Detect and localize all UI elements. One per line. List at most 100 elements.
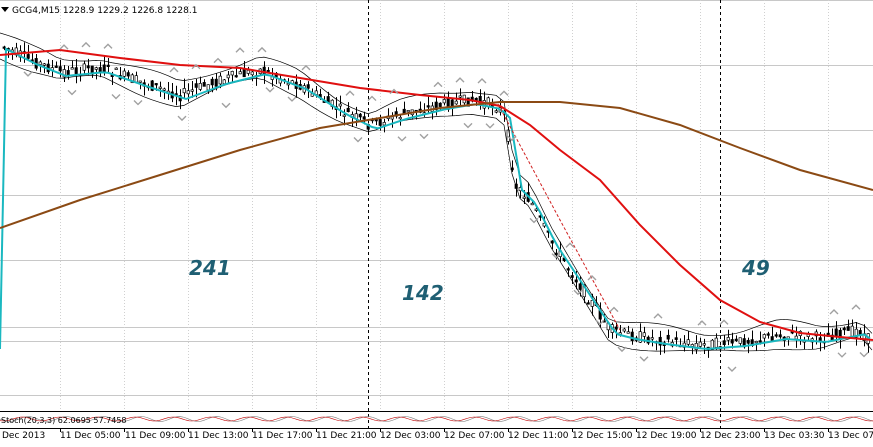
candlestick xyxy=(402,108,406,114)
fractal-arrow-icon xyxy=(499,90,509,96)
fractal-arrow-icon xyxy=(265,87,275,93)
candlestick xyxy=(758,340,762,343)
candlestick xyxy=(54,65,58,68)
trend-line xyxy=(497,103,621,331)
candlestick xyxy=(734,338,738,341)
candlestick xyxy=(346,107,350,113)
candlestick xyxy=(626,331,630,334)
candlestick xyxy=(586,302,590,305)
candlestick xyxy=(566,268,570,271)
candlestick xyxy=(846,326,850,331)
price-chart[interactable] xyxy=(0,0,873,447)
candlestick xyxy=(182,88,186,94)
candlestick xyxy=(342,114,346,117)
fractal-arrow-icon xyxy=(23,71,33,77)
candlestick xyxy=(666,334,670,340)
candlestick xyxy=(186,90,190,95)
candlestick xyxy=(94,67,98,70)
fractal-arrow-icon xyxy=(455,77,465,83)
candlestick xyxy=(834,328,838,337)
fractal-arrow-icon xyxy=(859,351,869,358)
candlestick xyxy=(858,330,862,335)
candlestick xyxy=(690,344,694,347)
fractal-arrow-icon xyxy=(397,136,407,142)
candlestick xyxy=(494,110,498,113)
annotation-label-middle: 142 xyxy=(402,281,444,305)
candlestick xyxy=(218,75,222,85)
candlestick xyxy=(522,196,526,199)
candlestick xyxy=(458,95,462,98)
candlestick xyxy=(82,63,86,71)
candlestick xyxy=(530,202,534,206)
annotation-label-left: 241 xyxy=(189,256,231,280)
fractal-arrow-icon xyxy=(565,242,575,248)
candlestick xyxy=(338,103,342,107)
candlestick xyxy=(242,69,246,78)
time-label: 12 Dec 03:00 xyxy=(380,431,441,441)
fractal-arrow-icon xyxy=(851,304,861,310)
candlestick xyxy=(686,339,690,345)
fractal-arrow-icon xyxy=(301,64,311,71)
candlestick xyxy=(454,100,458,105)
candlestick xyxy=(382,122,386,126)
candlestick xyxy=(198,82,202,90)
candlestick xyxy=(206,84,210,91)
candlestick xyxy=(794,335,798,340)
time-label: 11 Dec 05:00 xyxy=(60,431,121,441)
candlestick xyxy=(426,105,430,108)
fractal-arrow-icon xyxy=(353,136,363,143)
candlestick xyxy=(730,339,734,344)
candlestick xyxy=(630,331,634,342)
candlestick xyxy=(746,339,750,344)
candlestick xyxy=(766,333,770,336)
candlestick xyxy=(442,99,446,104)
fractal-arrow-icon xyxy=(213,57,223,64)
candlestick xyxy=(162,88,166,91)
fractal-arrow-icon xyxy=(221,102,231,109)
fractal-arrow-icon xyxy=(485,123,495,129)
fractal-arrow-icon xyxy=(653,313,663,319)
candlestick xyxy=(722,340,726,345)
fractal-arrow-icon xyxy=(367,95,377,102)
candlestick xyxy=(202,82,206,87)
candlestick xyxy=(106,64,110,68)
candlestick xyxy=(698,341,702,347)
fractal-arrow-icon xyxy=(111,93,121,100)
fractal-arrow-icon xyxy=(463,122,473,129)
candlestick xyxy=(650,337,654,340)
fractal-arrow-icon xyxy=(235,47,245,53)
fractal-arrow-icon xyxy=(169,66,179,73)
fractal-arrow-icon xyxy=(697,320,707,326)
candlestick xyxy=(550,240,554,244)
fractal-arrow-icon xyxy=(133,99,143,106)
candlestick xyxy=(358,113,362,118)
candlestick xyxy=(642,332,646,337)
time-label: Dec 2013 xyxy=(2,431,46,441)
candlestick xyxy=(158,86,162,89)
candlestick xyxy=(86,65,90,69)
time-label: 12 Dec 15:00 xyxy=(572,431,633,441)
fractal-arrow-icon xyxy=(81,41,91,48)
candlestick xyxy=(614,326,618,330)
fractal-arrow-icon xyxy=(609,306,619,313)
fractal-arrow-icon xyxy=(727,366,737,372)
candlestick xyxy=(194,83,198,88)
candlestick xyxy=(674,337,678,340)
fractal-arrow-icon xyxy=(837,352,847,358)
candlestick xyxy=(122,70,126,77)
fractal-arrow-icon xyxy=(529,217,539,224)
chart-window[interactable]: GCG4,M15 1228.9 1229.2 1226.8 1228.1 241… xyxy=(0,0,873,447)
time-label: 12 Dec 07:00 xyxy=(444,431,505,441)
candlestick xyxy=(190,89,194,92)
dropdown-arrow-icon[interactable] xyxy=(1,7,9,12)
candlestick xyxy=(238,71,242,75)
fractal-arrow-icon xyxy=(639,356,649,362)
candlestick xyxy=(738,337,742,344)
candlestick xyxy=(42,63,46,66)
candlestick xyxy=(850,325,854,337)
fractal-arrow-icon xyxy=(477,77,487,84)
candlestick xyxy=(246,69,250,74)
fractal-arrow-icon xyxy=(257,46,267,53)
candlestick xyxy=(702,343,706,346)
fractal-arrow-icon xyxy=(287,96,297,102)
